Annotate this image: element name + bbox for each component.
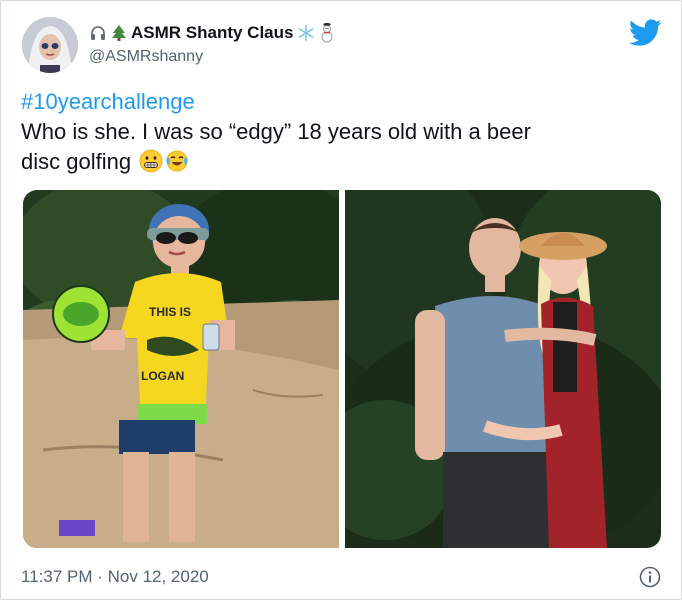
- snowman-icon: [321, 23, 333, 43]
- photo-left[interactable]: THIS IS LOGAN: [23, 190, 339, 548]
- snowflake-icon: [299, 24, 314, 42]
- tweet-text-line: Who is she. I was so “edgy” 18 years old…: [21, 119, 531, 144]
- christmas-tree-icon: [112, 25, 126, 41]
- user-handle[interactable]: @ASMRshanny: [89, 48, 203, 66]
- avatar-image: [22, 17, 78, 73]
- hashtag-link[interactable]: #10yearchallenge: [21, 87, 661, 117]
- shirt-text: THIS IS: [149, 305, 191, 319]
- avatar[interactable]: [22, 17, 78, 73]
- shirt-text: LOGAN: [141, 369, 184, 383]
- tweet-media[interactable]: THIS IS LOGAN: [23, 190, 661, 548]
- tweet-text-line-2: disc golfing: [21, 149, 132, 174]
- face-with-tears-of-joy-icon: [166, 150, 188, 172]
- info-icon[interactable]: [639, 566, 661, 588]
- tweet-text: #10yearchallenge Who is she. I was so “e…: [21, 87, 661, 177]
- display-name: ASMR Shanty Claus: [131, 23, 294, 42]
- twitter-bird-icon[interactable]: [629, 19, 662, 47]
- grimacing-face-icon: [139, 149, 163, 173]
- tweet-card: ASMR Shanty Claus @ASMRshanny #10yearcha…: [0, 0, 682, 600]
- name-row[interactable]: ASMR Shanty Claus: [89, 21, 335, 45]
- tweet-timestamp[interactable]: 11:37 PM · Nov 12, 2020: [21, 567, 209, 587]
- tweet-text-line: disc golfing: [21, 147, 661, 177]
- headphones-icon: [91, 26, 105, 40]
- photo-right[interactable]: [345, 190, 661, 548]
